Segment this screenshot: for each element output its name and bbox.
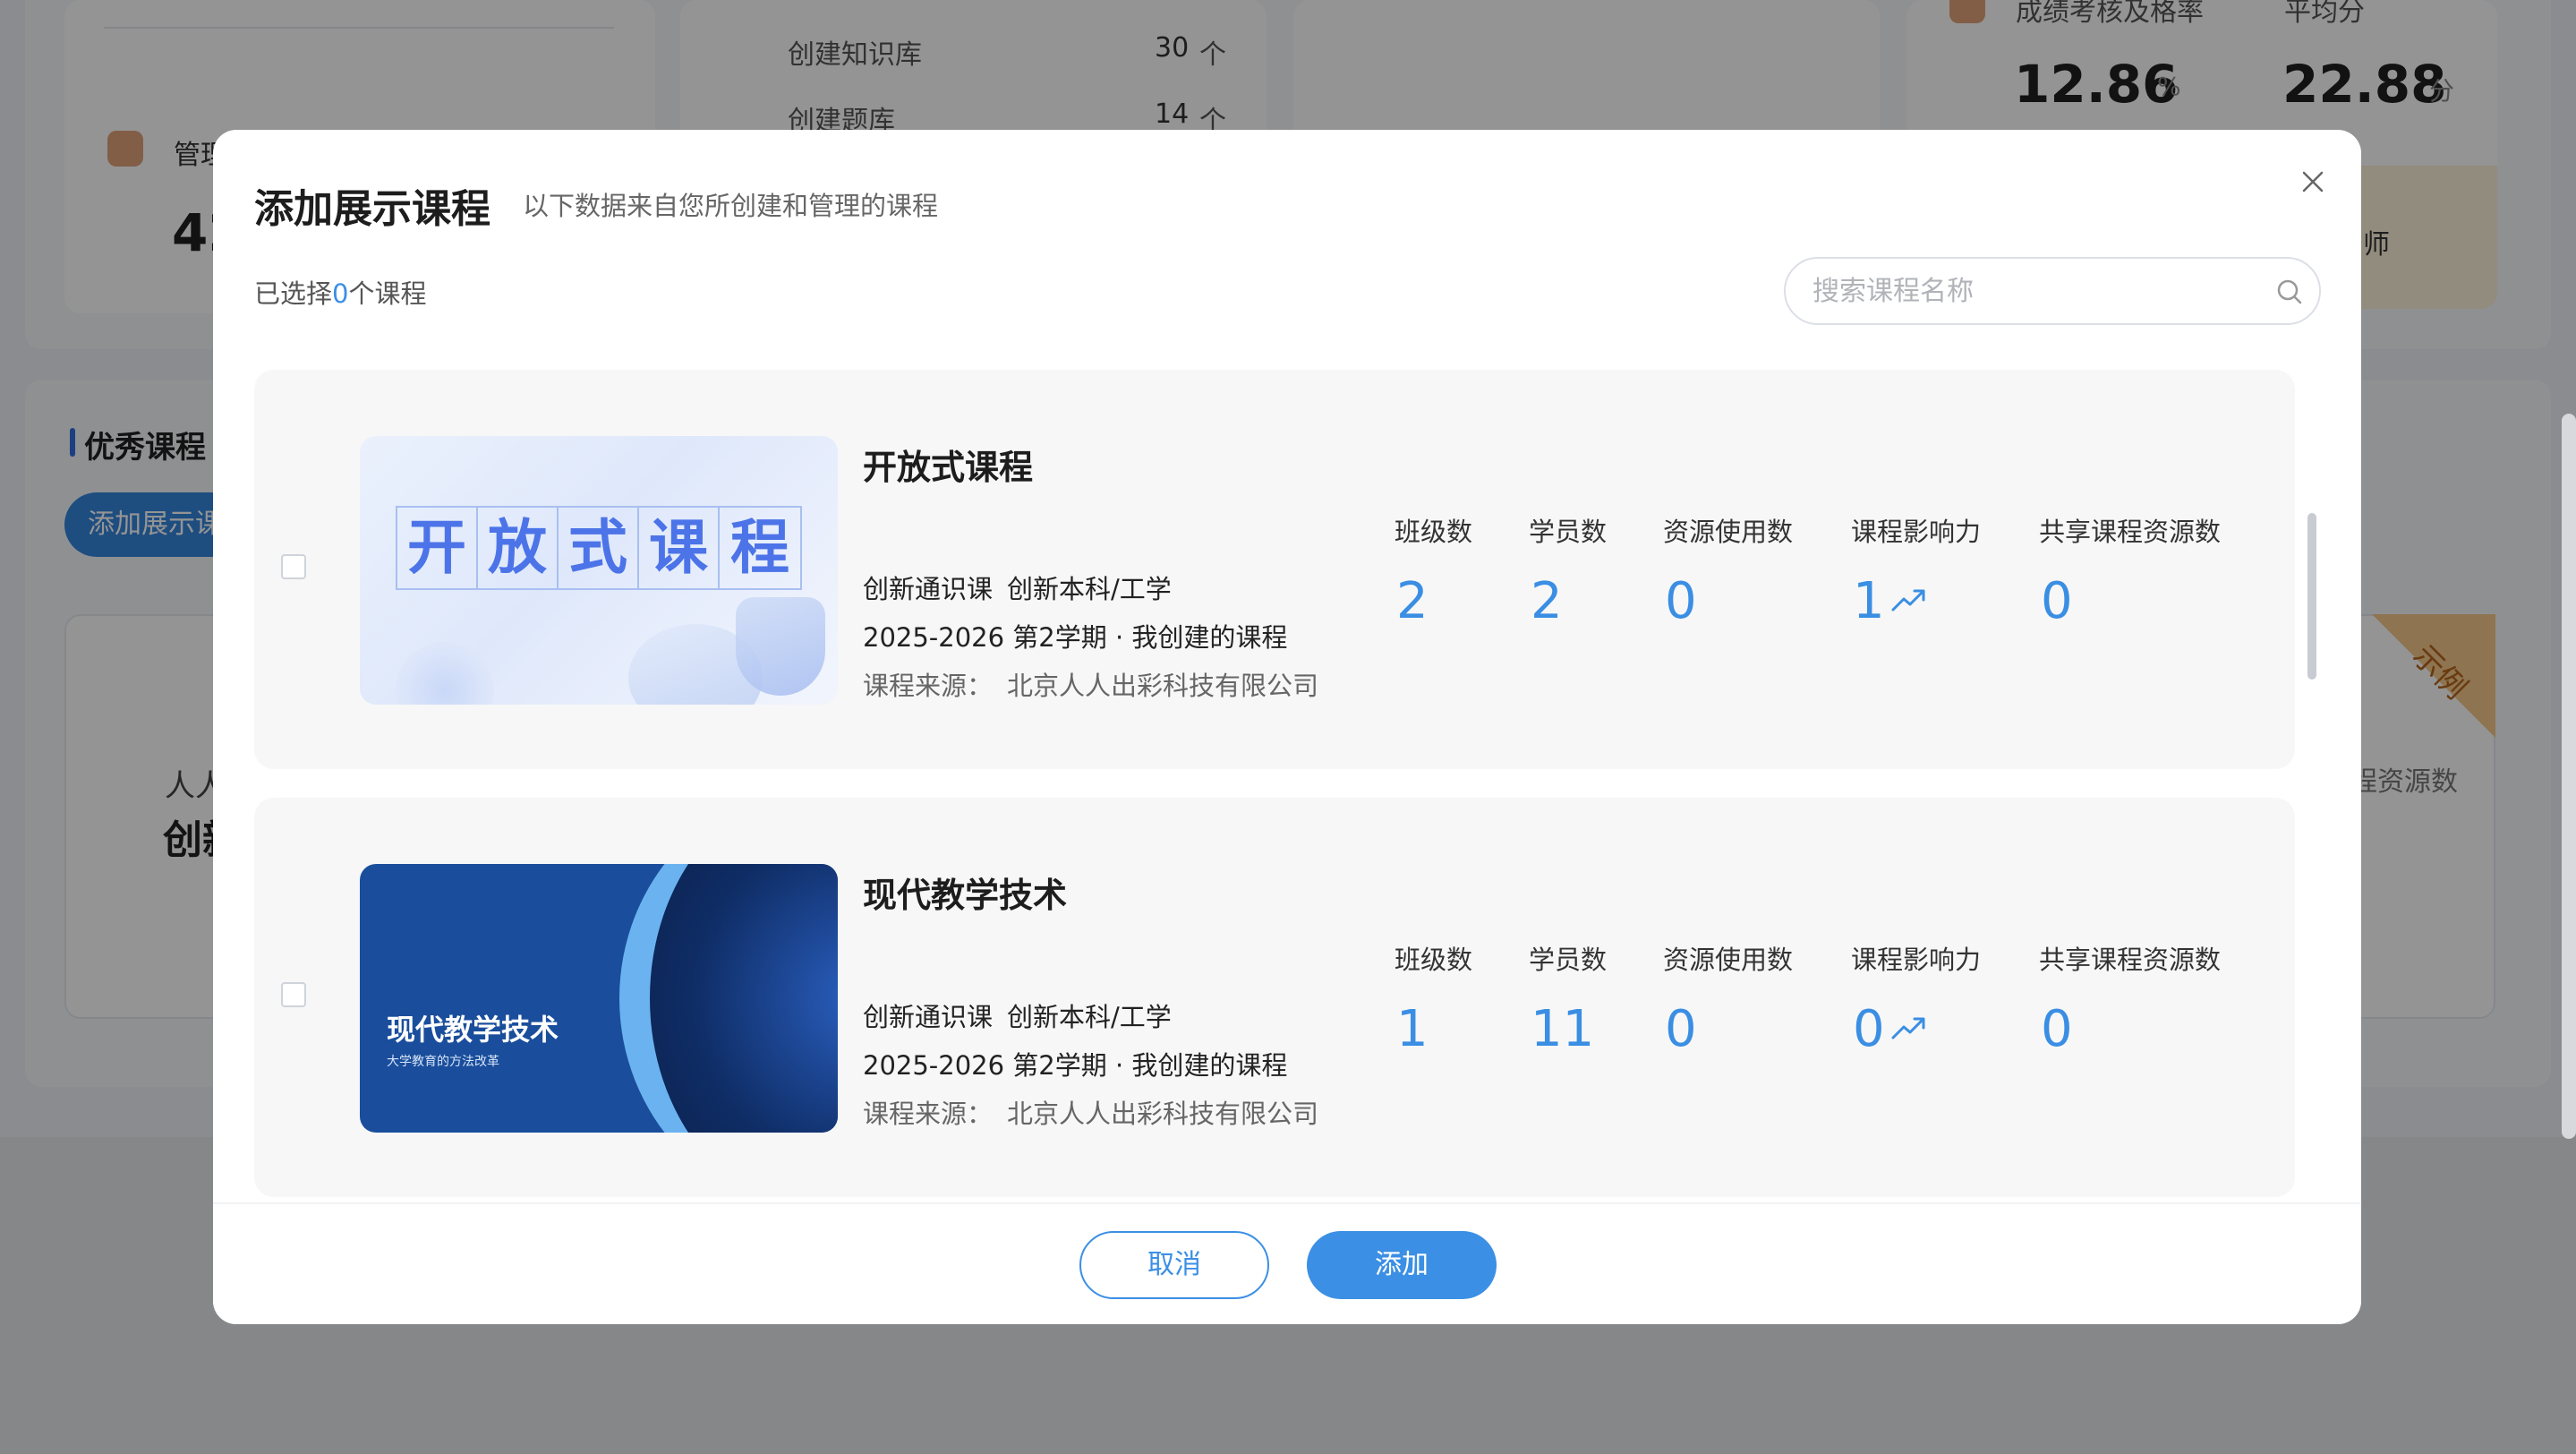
stat-value-resource-usage: 0 [1665,572,1697,630]
cover-char: 式 [559,508,639,588]
cover-subtitle: 大学教育的方法改革 [387,1055,499,1069]
course-source-label: 课程来源： [863,671,994,701]
selected-suffix: 个课程 [348,278,427,309]
course-source-line: 课程来源： 北京人人出彩科技有限公司 [863,665,1318,703]
dialog-footer: 取消 添加 [213,1202,2361,1324]
search-box [1784,257,2321,325]
cancel-button[interactable]: 取消 [1079,1231,1269,1299]
cover-title: 开 放 式 课 程 [396,506,802,590]
course-type-line: 创新通识课 创新本科/工学 [863,996,1172,1034]
course-term-line: 2025-2026 第2学期 · 我创建的课程 [863,622,1288,653]
close-button[interactable] [2288,157,2338,207]
stat-value-students: 11 [1531,1000,1595,1058]
cover-title: 现代教学技术 [387,1013,559,1047]
stat-value-influence: 0 [1853,1000,1885,1058]
stat-label-influence: 课程影响力 [1851,517,1982,547]
course-relation: 我创建的课程 [1131,1050,1288,1081]
page-scrollbar[interactable] [2562,414,2576,1139]
course-term: 2025-2026 第2学期 [863,622,1107,653]
stat-value-influence: 1 [1853,572,1885,630]
list-scrollbar[interactable] [2307,513,2316,680]
course-source: 北京人人出彩科技有限公司 [1007,1099,1319,1129]
stat-label-students: 学员数 [1529,945,1608,975]
stat-value-resource-usage: 0 [1665,1000,1697,1058]
course-name: 现代教学技术 [863,876,1068,915]
course-card[interactable]: 现代教学技术 大学教育的方法改革 现代教学技术 创新通识课 创新本科/工学 202… [254,798,2295,1197]
course-cover: 现代教学技术 大学教育的方法改革 [360,864,838,1133]
course-list: 开 放 式 课 程 开放式课程 创新通识课 创新本科/工学 2025-2026 第… [254,370,2295,1202]
course-checkbox[interactable] [281,982,306,1007]
cover-char: 开 [397,508,478,588]
stat-value-classes: 2 [1396,572,1429,630]
course-category: 创新本科/工学 [1007,1002,1172,1032]
search-icon[interactable] [2276,278,2303,305]
course-name: 开放式课程 [863,448,1034,487]
stat-value-shared-resources: 0 [2041,1000,2073,1058]
cover-decoration [396,642,494,705]
course-checkbox[interactable] [281,554,306,579]
add-button[interactable]: 添加 [1307,1231,1497,1299]
course-source-line: 课程来源： 北京人人出彩科技有限公司 [863,1093,1318,1131]
course-type-line: 创新通识课 创新本科/工学 [863,569,1172,606]
selected-prefix: 已选择 [254,278,333,309]
stat-label-shared-resources: 共享课程资源数 [2039,945,2222,975]
stat-label-shared-resources: 共享课程资源数 [2039,517,2222,547]
cover-char: 课 [639,508,720,588]
stat-value-shared-resources: 0 [2041,572,2073,630]
course-term: 2025-2026 第2学期 [863,1050,1107,1081]
course-cover: 开 放 式 课 程 [360,436,838,705]
trend-up-icon [1891,1017,1925,1039]
cover-char: 程 [730,513,789,582]
course-type: 创新通识课 [863,574,994,604]
cover-decoration [619,864,838,1133]
search-input[interactable] [1813,259,2260,323]
selected-count: 0 [332,278,349,309]
course-card[interactable]: 开 放 式 课 程 开放式课程 创新通识课 创新本科/工学 2025-2026 第… [254,370,2295,769]
stat-value-students: 2 [1531,572,1563,630]
stat-label-students: 学员数 [1529,517,1608,547]
stat-label-influence: 课程影响力 [1851,945,1982,975]
stat-label-resource-usage: 资源使用数 [1663,517,1794,547]
course-type: 创新通识课 [863,1002,994,1032]
course-source: 北京人人出彩科技有限公司 [1007,671,1319,701]
stat-label-classes: 班级数 [1395,517,1473,547]
close-icon [2302,171,2324,192]
course-term-line: 2025-2026 第2学期 · 我创建的课程 [863,1050,1288,1081]
stat-value-classes: 1 [1396,1000,1429,1058]
selected-count-text: 已选择0个课程 [254,273,426,311]
course-source-label: 课程来源： [863,1099,994,1129]
stat-label-classes: 班级数 [1395,945,1473,975]
course-category: 创新本科/工学 [1007,574,1172,604]
cover-char: 放 [478,508,559,588]
course-relation: 我创建的课程 [1131,622,1288,653]
dialog-subtitle: 以下数据来自您所创建和管理的课程 [523,191,939,221]
shield-icon [736,597,825,696]
add-course-dialog: 添加展示课程 以下数据来自您所创建和管理的课程 已选择0个课程 开 放 [213,130,2361,1324]
trend-up-icon [1891,589,1925,612]
dialog-title: 添加展示课程 [254,186,490,232]
stat-label-resource-usage: 资源使用数 [1663,945,1794,975]
